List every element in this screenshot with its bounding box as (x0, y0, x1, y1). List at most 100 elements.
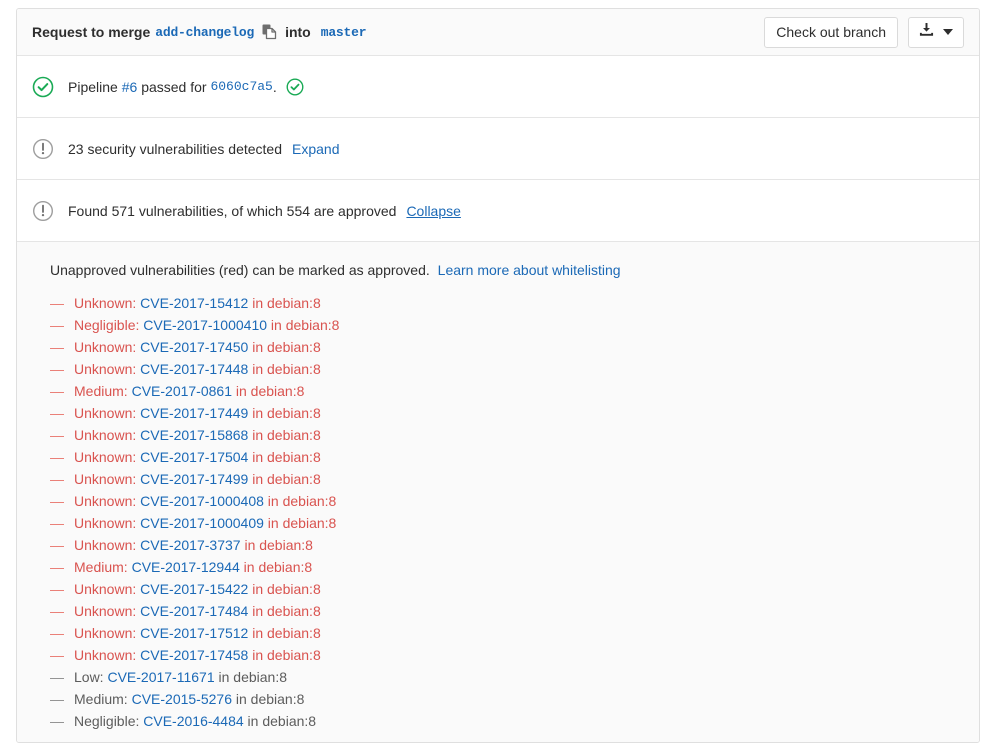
dash-bullet: — (50, 424, 74, 446)
cve-link[interactable]: CVE-2017-1000410 (143, 317, 267, 333)
vulnerability-location: in debian:8 (248, 361, 320, 377)
vulnerability-location: in debian:8 (264, 515, 336, 531)
whitelisting-note-text: Unapproved vulnerabilities (red) can be … (50, 262, 430, 278)
vulnerability-severity: Unknown: (74, 625, 140, 641)
dash-bullet: — (50, 468, 74, 490)
dash-bullet: — (50, 380, 74, 402)
check-out-branch-button[interactable]: Check out branch (764, 17, 898, 48)
vulnerability-text: Unknown: CVE-2017-15412 in debian:8 (74, 292, 321, 314)
vulnerability-severity: Medium: (74, 691, 132, 707)
cve-link[interactable]: CVE-2016-4484 (143, 713, 243, 729)
cve-link[interactable]: CVE-2017-17484 (140, 603, 248, 619)
download-dropdown-button[interactable] (908, 17, 964, 48)
cve-link[interactable]: CVE-2015-5276 (132, 691, 232, 707)
cve-link[interactable]: CVE-2017-15868 (140, 427, 248, 443)
vulnerability-item: —Medium: CVE-2015-5276 in debian:8 (32, 688, 964, 710)
vulnerability-item: —Unknown: CVE-2017-17450 in debian:8 (32, 336, 964, 358)
vulnerability-location: in debian:8 (248, 339, 320, 355)
cve-link[interactable]: CVE-2017-3737 (140, 537, 240, 553)
expand-security-link[interactable]: Expand (292, 141, 339, 157)
cve-link[interactable]: CVE-2017-1000409 (140, 515, 264, 531)
vulnerability-severity: Unknown: (74, 603, 140, 619)
cve-link[interactable]: CVE-2017-17499 (140, 471, 248, 487)
vulnerability-item: —Low: CVE-2017-11671 in debian:8 (32, 666, 964, 688)
whitelisting-learn-more-link[interactable]: Learn more about whitelisting (438, 262, 621, 278)
whitelisting-note: Unapproved vulnerabilities (red) can be … (32, 262, 964, 278)
cve-link[interactable]: CVE-2017-17448 (140, 361, 248, 377)
source-branch-link[interactable]: add-changelog (155, 25, 254, 40)
vulnerability-location: in debian:8 (244, 713, 316, 729)
vulnerability-severity: Negligible: (74, 713, 143, 729)
cve-link[interactable]: CVE-2017-17450 (140, 339, 248, 355)
cve-link[interactable]: CVE-2017-17449 (140, 405, 248, 421)
vulnerability-severity: Unknown: (74, 449, 140, 465)
vulnerability-text: Low: CVE-2017-11671 in debian:8 (74, 666, 287, 688)
cve-link[interactable]: CVE-2017-1000408 (140, 493, 264, 509)
vulnerability-text: Unknown: CVE-2017-17504 in debian:8 (74, 446, 321, 468)
vulnerability-location: in debian:8 (232, 691, 304, 707)
dash-bullet: — (50, 688, 74, 710)
vulnerability-item: —Unknown: CVE-2017-15412 in debian:8 (32, 292, 964, 314)
dash-bullet: — (50, 578, 74, 600)
vulnerability-list: —Unknown: CVE-2017-15412 in debian:8—Neg… (32, 292, 964, 742)
cve-link[interactable]: CVE-2017-11671 (107, 669, 214, 685)
dash-bullet: — (50, 402, 74, 424)
widget-header: Request to merge add-changelog into mast… (17, 9, 979, 56)
vulnerability-text: Medium: CVE-2017-12944 in debian:8 (74, 556, 312, 578)
report-row-text: Found 571 vulnerabilities, of which 554 … (68, 203, 461, 219)
commit-sha-link[interactable]: 6060c7a5 (210, 79, 272, 94)
copy-icon[interactable] (262, 24, 277, 40)
vulnerability-item: —Unknown: CVE-2017-17449 in debian:8 (32, 402, 964, 424)
dash-bullet: — (50, 446, 74, 468)
vulnerability-item: —Unknown: CVE-2017-17499 in debian:8 (32, 468, 964, 490)
vulnerability-text: Unknown: CVE-2017-15868 in debian:8 (74, 424, 321, 446)
cve-link[interactable]: CVE-2017-17512 (140, 625, 248, 641)
vulnerability-location: in debian:8 (240, 559, 312, 575)
cve-link[interactable]: CVE-2017-0861 (132, 383, 232, 399)
vulnerability-item: —Unknown: CVE-2017-17458 in debian:8 (32, 644, 964, 666)
vulnerability-severity: Unknown: (74, 295, 140, 311)
vulnerability-text: Unknown: CVE-2017-17449 in debian:8 (74, 402, 321, 424)
vulnerability-severity: Unknown: (74, 405, 140, 421)
status-warning-icon (32, 138, 54, 160)
security-row-text: 23 security vulnerabilities detected Exp… (68, 141, 340, 157)
report-summary-text: Found 571 vulnerabilities, of which 554 … (68, 203, 396, 219)
cve-link[interactable]: CVE-2017-15412 (140, 295, 248, 311)
vulnerability-text: Unknown: CVE-2017-3737 in debian:8 (74, 534, 313, 556)
vulnerability-severity: Medium: (74, 559, 132, 575)
vulnerability-text: Unknown: CVE-2017-17499 in debian:8 (74, 468, 321, 490)
dash-bullet: — (50, 336, 74, 358)
vulnerability-location: in debian:8 (248, 625, 320, 641)
collapse-report-link[interactable]: Collapse (406, 203, 460, 219)
vulnerability-severity: Low: (74, 669, 107, 685)
vulnerability-item: —Unknown: CVE-2017-17448 in debian:8 (32, 358, 964, 380)
header-actions: Check out branch (764, 17, 964, 48)
vulnerability-text: Unknown: CVE-2017-17484 in debian:8 (74, 600, 321, 622)
pipeline-text-after: . (273, 79, 277, 95)
chevron-down-icon (943, 29, 953, 35)
vulnerability-item: —Negligible: CVE-2017-1000410 in debian:… (32, 314, 964, 336)
target-branch-link[interactable]: master (321, 25, 367, 40)
vulnerability-item: —Medium: CVE-2017-0861 in debian:8 (32, 380, 964, 402)
dash-bullet: — (50, 534, 74, 556)
cve-link[interactable]: CVE-2017-12944 (132, 559, 240, 575)
vulnerability-severity: Medium: (74, 383, 132, 399)
vulnerability-severity: Unknown: (74, 537, 140, 553)
title-middle: into (285, 24, 311, 40)
pipeline-text-before: Pipeline (68, 79, 118, 95)
vulnerability-location: in debian:8 (248, 581, 320, 597)
dash-bullet: — (50, 556, 74, 578)
cve-link[interactable]: CVE-2017-15422 (140, 581, 248, 597)
vulnerability-report-body: Unapproved vulnerabilities (red) can be … (17, 242, 979, 742)
pipeline-id-link[interactable]: #6 (122, 79, 138, 95)
cve-link[interactable]: CVE-2017-17458 (140, 647, 248, 663)
status-success-icon (32, 76, 54, 98)
dash-bullet: — (50, 622, 74, 644)
vulnerability-location: in debian:8 (215, 669, 287, 685)
vulnerability-location: in debian:8 (248, 471, 320, 487)
dash-bullet: — (50, 666, 74, 688)
cve-link[interactable]: CVE-2017-17504 (140, 449, 248, 465)
vulnerability-item: —Unknown: CVE-2017-1000409 in debian:8 (32, 512, 964, 534)
vulnerability-severity: Unknown: (74, 471, 140, 487)
vulnerability-text: Unknown: CVE-2017-15422 in debian:8 (74, 578, 321, 600)
